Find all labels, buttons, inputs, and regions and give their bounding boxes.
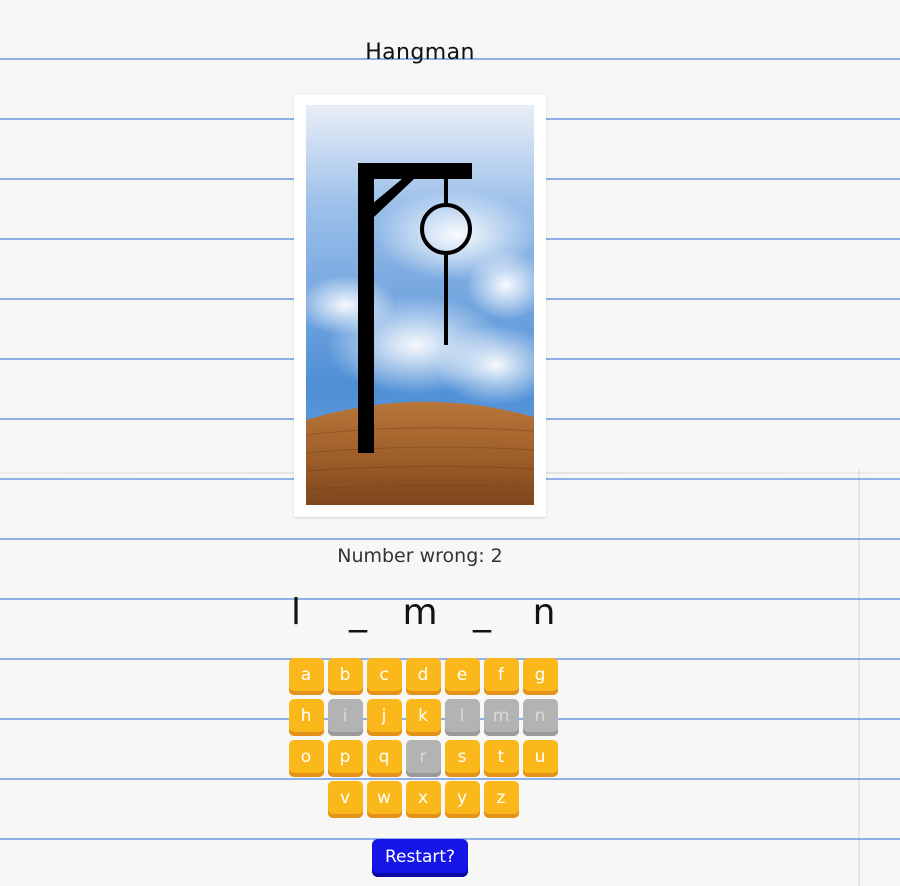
word-letter: _ bbox=[349, 592, 367, 633]
paper-crease-vertical bbox=[858, 470, 860, 886]
keyboard-row: opqrstu bbox=[288, 740, 558, 777]
letter-key-b[interactable]: b bbox=[327, 658, 363, 695]
gallows-illustration bbox=[306, 105, 534, 505]
letter-key-s[interactable]: s bbox=[444, 740, 480, 777]
letter-key-p[interactable]: p bbox=[327, 740, 363, 777]
word-letter: m bbox=[402, 592, 438, 633]
word-letter: l bbox=[290, 592, 301, 633]
letter-key-r: r bbox=[405, 740, 441, 777]
keyboard-row: abcdefg bbox=[288, 658, 558, 695]
letter-key-j[interactable]: j bbox=[366, 699, 402, 736]
game-title: Hangman bbox=[365, 40, 475, 65]
letter-key-c[interactable]: c bbox=[366, 658, 402, 695]
wrong-counter-label: Number wrong: bbox=[337, 545, 485, 567]
letter-key-m: m bbox=[483, 699, 519, 736]
letter-key-h[interactable]: h bbox=[288, 699, 324, 736]
hangman-scene bbox=[306, 105, 534, 505]
letter-key-t[interactable]: t bbox=[483, 740, 519, 777]
ground bbox=[306, 401, 534, 505]
keyboard-row: vwxyz bbox=[288, 781, 558, 818]
letter-key-y[interactable]: y bbox=[444, 781, 480, 818]
word-display: l _ m _ n bbox=[0, 592, 840, 633]
letter-key-l: l bbox=[444, 699, 480, 736]
letter-key-o[interactable]: o bbox=[288, 740, 324, 777]
letter-key-v[interactable]: v bbox=[327, 781, 363, 818]
word-letter: n bbox=[532, 592, 556, 633]
hangman-picture-frame bbox=[294, 95, 546, 517]
letter-key-u[interactable]: u bbox=[522, 740, 558, 777]
letter-key-f[interactable]: f bbox=[483, 658, 519, 695]
letter-key-k[interactable]: k bbox=[405, 699, 441, 736]
letter-key-z[interactable]: z bbox=[483, 781, 519, 818]
wrong-counter: Number wrong: 2 bbox=[0, 545, 840, 567]
wrong-counter-value: 2 bbox=[490, 545, 503, 567]
letter-keyboard: abcdefg hijklmn opqrstu vwxyz bbox=[288, 658, 558, 822]
letter-key-w[interactable]: w bbox=[366, 781, 402, 818]
word-letter: _ bbox=[473, 592, 491, 633]
letter-key-g[interactable]: g bbox=[522, 658, 558, 695]
letter-key-q[interactable]: q bbox=[366, 740, 402, 777]
restart-button[interactable]: Restart? bbox=[372, 839, 468, 877]
keyboard-row: hijklmn bbox=[288, 699, 558, 736]
letter-key-x[interactable]: x bbox=[405, 781, 441, 818]
letter-key-n: n bbox=[522, 699, 558, 736]
letter-key-e[interactable]: e bbox=[444, 658, 480, 695]
letter-key-i: i bbox=[327, 699, 363, 736]
letter-key-d[interactable]: d bbox=[405, 658, 441, 695]
letter-key-a[interactable]: a bbox=[288, 658, 324, 695]
